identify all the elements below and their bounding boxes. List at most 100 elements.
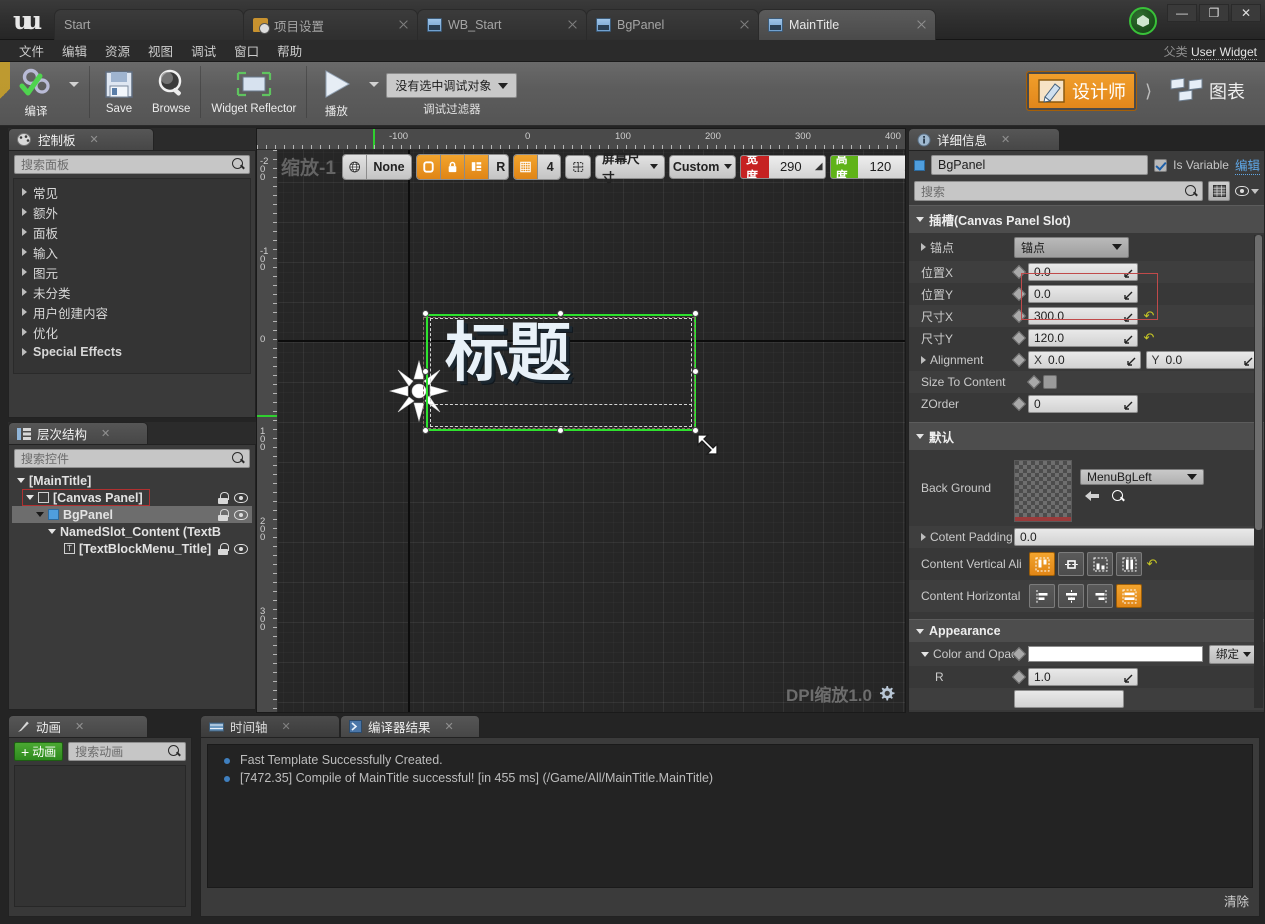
zorder-input[interactable]: 0 [1028, 395, 1138, 413]
animation-list[interactable] [14, 765, 186, 907]
rotation-toggle-button[interactable]: R [489, 155, 510, 179]
tree-item-textblockmenu-title[interactable]: T [TextBlockMenu_Title] [12, 540, 252, 557]
bind-pin-icon[interactable] [1012, 670, 1026, 684]
eye-icon[interactable] [234, 510, 248, 520]
is-variable-checkbox[interactable] [1154, 159, 1167, 172]
animation-search-input[interactable]: 搜索动画 [68, 742, 186, 761]
details-scrollbar-thumb[interactable] [1255, 235, 1262, 530]
debug-object-combo[interactable]: 没有选中调试对象 [386, 73, 517, 98]
revert-icon[interactable]: ↶ [1142, 331, 1156, 345]
close-icon[interactable]: ✕ [75, 720, 84, 733]
compiler-results-tab[interactable]: 编译器结果 ✕ [340, 715, 480, 737]
use-selected-asset-icon[interactable] [1084, 490, 1100, 505]
bind-pin-icon[interactable] [1012, 647, 1026, 661]
log-line[interactable]: [7472.35] Compile of MainTitle successfu… [208, 769, 1252, 787]
palette-item-extra[interactable]: 额外 [14, 202, 250, 222]
bind-pin-icon[interactable] [1012, 287, 1026, 301]
valign-center-button[interactable] [1058, 552, 1084, 576]
resize-handle-bl[interactable] [422, 427, 429, 434]
hierarchy-tab[interactable]: 层次结构 ✕ [8, 422, 148, 444]
color-g-input[interactable] [1014, 690, 1124, 708]
grid-size-value[interactable]: 4 [538, 155, 560, 179]
vertical-ruler[interactable]: -200 -100 0 100 200 300 [257, 150, 278, 712]
palette-search-input[interactable]: 搜索面板 [14, 155, 250, 174]
background-thumbnail[interactable] [1014, 460, 1072, 522]
bind-pin-icon[interactable] [1012, 397, 1026, 411]
screen-size-dropdown[interactable]: 屏幕尺寸 [595, 155, 665, 179]
palette-list[interactable]: 常见 额外 面板 输入 图元 未分类 [13, 178, 251, 374]
resize-handle-tr[interactable] [692, 310, 699, 317]
bind-pin-icon[interactable] [1012, 309, 1026, 323]
unreal-badge-icon[interactable] [1129, 7, 1157, 35]
zoom-preset-dropdown[interactable]: None [367, 155, 410, 179]
compile-dropdown-button[interactable] [62, 62, 86, 122]
dpi-scale-indicator[interactable]: DPI缩放1.0 [786, 681, 895, 706]
close-button[interactable]: ✕ [1231, 4, 1261, 22]
lock-icon[interactable] [218, 509, 228, 521]
palette-item-input[interactable]: 输入 [14, 242, 250, 262]
compiler-log-list[interactable]: Fast Template Successfully Created. [747… [207, 744, 1253, 888]
ruler-icon[interactable] [565, 155, 591, 179]
valign-bottom-button[interactable] [1087, 552, 1113, 576]
category-slot[interactable]: 插槽(Canvas Panel Slot) [909, 205, 1264, 233]
palette-item-panel[interactable]: 面板 [14, 222, 250, 242]
revert-icon[interactable]: ↶ [1142, 309, 1156, 323]
pos-y-input[interactable]: 0.0 [1028, 285, 1138, 303]
menu-window[interactable]: 窗口 [225, 39, 268, 62]
alignment-x-input[interactable]: X 0.0 [1028, 351, 1141, 369]
grid-snap-icon[interactable] [514, 155, 538, 179]
content-padding-input[interactable]: 0.0 [1014, 528, 1258, 546]
tree-item-namedslot-content[interactable]: NamedSlot_Content (TextB [12, 523, 252, 540]
close-icon[interactable] [739, 19, 750, 30]
close-icon[interactable] [398, 19, 409, 30]
width-field[interactable]: 宽度 290 ◢ [740, 155, 826, 179]
menu-help[interactable]: 帮助 [268, 39, 311, 62]
pos-x-input[interactable]: 0.0 [1028, 263, 1138, 281]
palette-item-primitive[interactable]: 图元 [14, 262, 250, 282]
timeline-tab[interactable]: 时间轴 ✕ [200, 715, 340, 737]
drag-handle-icon[interactable] [1244, 355, 1253, 364]
size-x-input[interactable]: 300.0 [1028, 307, 1138, 325]
resize-handle-bc[interactable] [557, 427, 564, 434]
close-icon[interactable]: ✕ [90, 133, 99, 146]
tree-item-maintitle[interactable]: [MainTitle] [12, 472, 252, 489]
canvas-area[interactable]: 标题 DPI缩放1.0 [278, 150, 905, 712]
gear-icon[interactable] [878, 685, 895, 702]
palette-item-uncategorized[interactable]: 未分类 [14, 282, 250, 302]
tree-item-bgpanel[interactable]: BgPanel [12, 506, 252, 523]
bind-pin-icon[interactable] [1012, 331, 1026, 345]
close-icon[interactable] [916, 19, 927, 30]
close-icon[interactable]: ✕ [445, 720, 454, 733]
aspect-preset-dropdown[interactable]: Custom [669, 155, 736, 179]
drag-handle-icon[interactable] [1124, 333, 1133, 342]
window-tab-wb-start[interactable]: WB_Start [417, 9, 587, 40]
category-default[interactable]: 默认 [909, 422, 1264, 450]
add-animation-button[interactable]: + 动画 [14, 742, 63, 761]
clear-log-button[interactable]: 清除 [1224, 891, 1249, 910]
revert-icon[interactable]: ↶ [1145, 557, 1159, 571]
animation-tab[interactable]: 动画 ✕ [8, 715, 148, 737]
lock-icon[interactable] [441, 155, 465, 179]
window-tab-start[interactable]: Start [54, 9, 244, 40]
menu-file[interactable]: 文件 [10, 39, 53, 62]
height-stepper-icon[interactable]: ◢ [902, 161, 906, 172]
details-visibility-dropdown[interactable] [1235, 186, 1259, 196]
log-line[interactable]: Fast Template Successfully Created. [208, 751, 1252, 769]
browse-button[interactable]: Browse [145, 62, 197, 122]
fill-screen-icon[interactable] [417, 155, 441, 179]
bind-pin-icon[interactable] [1012, 265, 1026, 279]
edit-link[interactable]: 编辑 [1235, 155, 1260, 175]
menu-assets[interactable]: 资源 [96, 39, 139, 62]
save-button[interactable]: Save [93, 62, 145, 122]
mode-designer-button[interactable]: 设计师 [1026, 71, 1137, 111]
maximize-button[interactable]: ❐ [1199, 4, 1229, 22]
width-stepper-icon[interactable]: ◢ [813, 161, 825, 172]
details-tab[interactable]: 详细信息 ✕ [908, 128, 1060, 150]
anchor-dropdown[interactable]: 锚点 [1014, 237, 1129, 258]
halign-center-button[interactable] [1058, 584, 1084, 608]
browse-to-asset-icon[interactable] [1112, 490, 1125, 503]
close-icon[interactable] [567, 19, 578, 30]
color-r-input[interactable]: 1.0 [1028, 668, 1138, 686]
eye-icon[interactable] [234, 544, 248, 554]
play-button[interactable]: 播放 [310, 62, 362, 122]
